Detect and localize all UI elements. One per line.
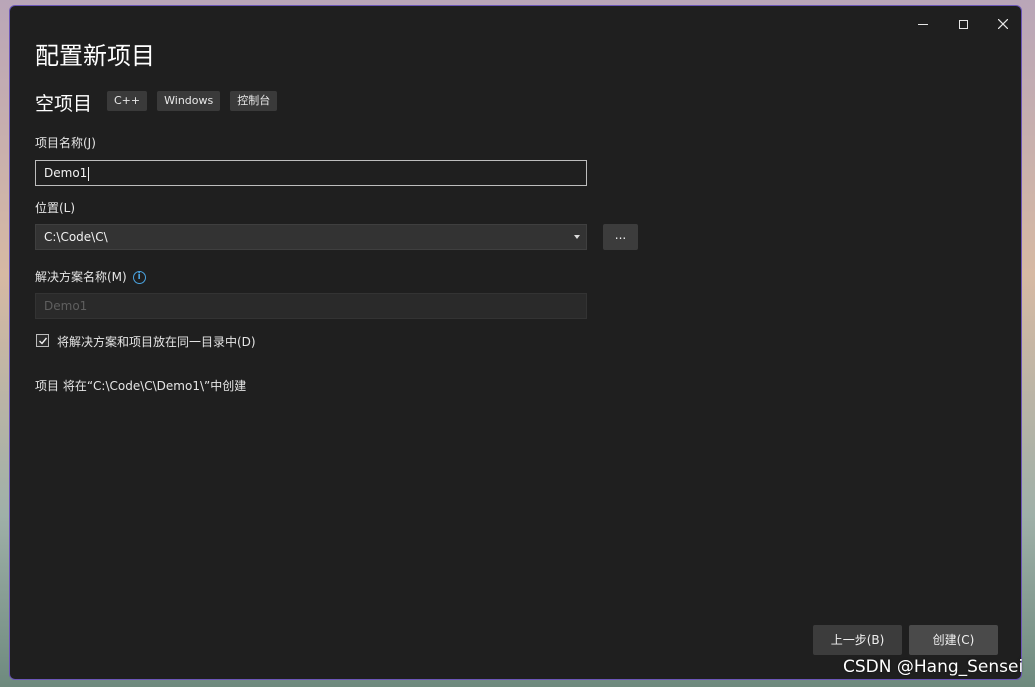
- solution-name-label-row: 解决方案名称(M) i: [35, 268, 146, 285]
- project-name-input[interactable]: Demo1: [35, 160, 587, 186]
- solution-name-label: 解决方案名称(M): [35, 270, 127, 284]
- watermark: CSDN @Hang_Sensei: [843, 657, 1024, 677]
- solution-name-value: Demo1: [44, 299, 88, 313]
- maximize-button[interactable]: [943, 10, 983, 38]
- minimize-button[interactable]: [903, 10, 943, 38]
- tag-windows: Windows: [157, 91, 221, 111]
- close-button[interactable]: [983, 10, 1023, 38]
- dialog-title: 配置新项目: [35, 42, 155, 70]
- info-icon[interactable]: i: [132, 271, 146, 284]
- project-name-label: 项目名称(J): [35, 136, 96, 150]
- solution-name-input: Demo1: [35, 293, 587, 319]
- chevron-down-icon[interactable]: [574, 235, 580, 239]
- project-path-note: 项目 将在“C:\Code\C\Demo1\”中创建: [35, 379, 247, 393]
- tag-cpp: C++: [107, 91, 148, 111]
- minimize-icon: [918, 23, 928, 25]
- configure-project-dialog: 配置新项目 空项目 C++ Windows 控制台 项目名称(J) Demo1 …: [9, 5, 1022, 680]
- project-name-value: Demo1: [44, 166, 88, 180]
- location-combobox[interactable]: C:\Code\C\: [35, 224, 587, 250]
- template-name: 空项目: [35, 93, 93, 115]
- location-value: C:\Code\C\: [44, 230, 108, 244]
- location-label: 位置(L): [35, 201, 76, 215]
- back-button[interactable]: 上一步(B): [813, 625, 902, 655]
- create-button[interactable]: 创建(C): [909, 625, 998, 655]
- template-tags: C++ Windows 控制台: [107, 91, 278, 111]
- checkmark-icon: [39, 337, 48, 345]
- tag-console: 控制台: [230, 91, 278, 111]
- same-directory-label[interactable]: 将解决方案和项目放在同一目录中(D): [57, 333, 256, 350]
- text-caret: [88, 166, 90, 181]
- maximize-icon: [958, 19, 968, 29]
- browse-button[interactable]: ...: [603, 224, 638, 250]
- same-directory-checkbox[interactable]: [36, 334, 49, 347]
- close-icon: [998, 19, 1008, 29]
